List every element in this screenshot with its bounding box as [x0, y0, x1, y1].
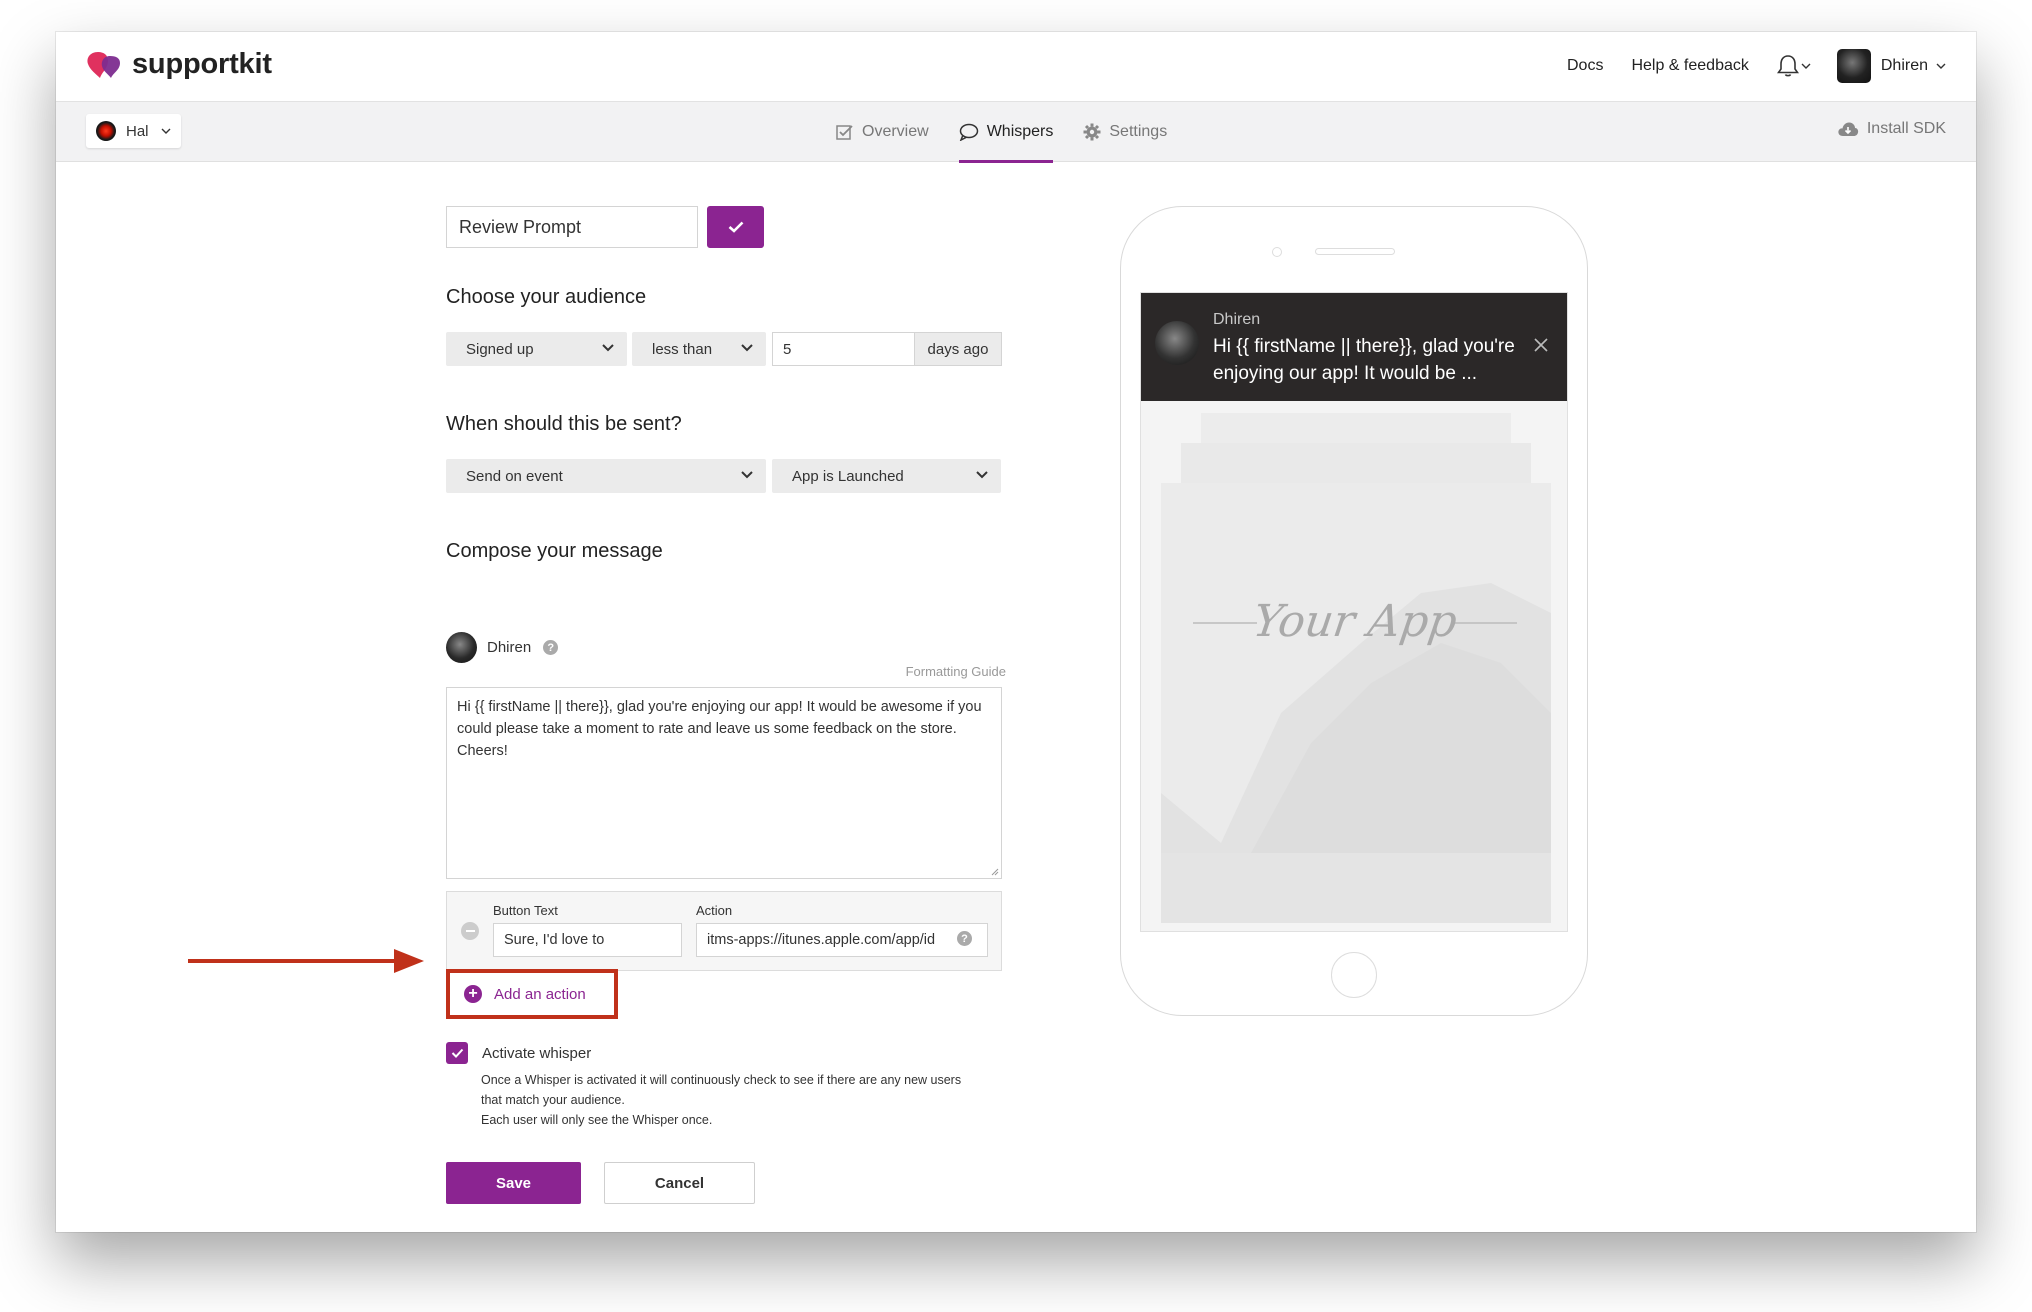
cloud-download-icon [1838, 122, 1858, 136]
avatar [446, 632, 477, 663]
audience-title: Choose your audience [446, 286, 647, 308]
activate-desc-line: Once a Whisper is activated it will cont… [481, 1073, 962, 1107]
days-ago-addon: days ago [915, 332, 1002, 366]
button-text-label: Button Text [493, 903, 558, 918]
sub-navigation: Hal Overview Whispers Settings Install S… [56, 102, 1976, 163]
tab-label: Whispers [986, 123, 1054, 140]
app-selector[interactable]: Hal [86, 114, 181, 148]
add-action-button[interactable]: + Add an action [446, 969, 618, 1019]
chevron-down-icon [741, 471, 753, 479]
docs-link[interactable]: Docs [1567, 57, 1603, 75]
formatting-guide-link[interactable]: Formatting Guide [906, 664, 1006, 679]
phone-camera [1272, 247, 1282, 257]
user-menu[interactable]: Dhiren [1836, 49, 1946, 83]
send-mode-select[interactable]: Send on event [446, 459, 766, 493]
chevron-down-icon [1936, 63, 1946, 69]
message-textarea[interactable]: Hi {{ firstName || there}}, glad you're … [446, 687, 1002, 879]
whisper-name-input[interactable]: Review Prompt [446, 206, 698, 248]
checkbox-icon [836, 125, 853, 140]
app-icon [96, 121, 116, 141]
action-url-value: itms-apps://itunes.apple.com/app/id [707, 932, 936, 948]
send-title: When should this be sent? [446, 413, 682, 435]
action-url-input[interactable]: itms-apps://itunes.apple.com/app/id [696, 923, 988, 957]
add-action-label: Add an action [494, 985, 586, 1003]
notifications-button[interactable] [1776, 54, 1811, 78]
select-value: Signed up [466, 340, 534, 358]
remove-action-icon[interactable] [461, 922, 479, 940]
audience-days-input[interactable]: 5 [772, 332, 915, 366]
tab-settings[interactable]: Settings [1083, 102, 1167, 162]
chevron-down-icon [161, 128, 171, 134]
user-name: Dhiren [1880, 57, 1928, 74]
bell-icon [1776, 55, 1799, 77]
chevron-down-icon [1801, 63, 1811, 69]
app-name: Hal [126, 122, 149, 140]
help-feedback-link[interactable]: Help & feedback [1631, 57, 1748, 75]
gear-icon [1083, 123, 1101, 141]
activate-description: Once a Whisper is activated it will cont… [481, 1070, 981, 1130]
brand-name: supportkit [132, 48, 272, 80]
avatar [1155, 321, 1199, 365]
tab-whispers[interactable]: Whispers [958, 102, 1054, 163]
speech-bubble-icon [959, 123, 978, 141]
select-value: Send on event [466, 467, 563, 485]
resize-handle-icon[interactable] [989, 866, 999, 876]
avatar [1836, 49, 1871, 83]
action-row: Button Text Sure, I'd love to Action itm… [446, 891, 1002, 971]
app-placeholder-label: Your App [1249, 596, 1461, 647]
activate-desc-line: Each user will only see the Whisper once… [481, 1113, 713, 1127]
message-author[interactable]: Dhiren ? [446, 632, 559, 663]
tab-label: Settings [1109, 123, 1168, 140]
chevron-down-icon [602, 344, 614, 352]
close-icon[interactable] [1533, 337, 1549, 353]
tab-overview[interactable]: Overview [836, 102, 929, 162]
notification-text: Hi {{ firstName || there}}, glad you're … [1213, 336, 1515, 384]
install-sdk-label: Install SDK [1866, 120, 1946, 137]
activate-label: Activate whisper [482, 1044, 592, 1062]
app-window: supportkit Docs Help & feedback Dhiren H… [56, 32, 1976, 1232]
confirm-name-button[interactable] [707, 206, 764, 248]
logo[interactable]: supportkit [86, 48, 272, 81]
chevron-down-icon [976, 471, 988, 479]
select-value: App is Launched [792, 467, 904, 485]
save-button[interactable]: Save [446, 1162, 581, 1204]
audience-operator-select[interactable]: less than [632, 332, 766, 366]
annotation-arrow [188, 949, 424, 973]
activate-checkbox[interactable] [446, 1042, 468, 1064]
author-name: Dhiren [487, 639, 532, 656]
checkmark-icon [451, 1048, 463, 1058]
whisper-notification[interactable]: Dhiren Hi {{ firstName || there}}, glad … [1141, 293, 1567, 401]
message-text: Hi {{ firstName || there}}, glad you're … [457, 699, 982, 759]
phone-home-button [1331, 952, 1377, 998]
tab-bar: Overview Whispers Settings [836, 102, 1197, 163]
help-icon[interactable]: ? [543, 640, 559, 655]
activate-whisper-toggle[interactable]: Activate whisper [446, 1042, 591, 1064]
cancel-button[interactable]: Cancel [604, 1162, 755, 1204]
install-sdk-link[interactable]: Install SDK [1837, 120, 1946, 138]
send-event-select[interactable]: App is Launched [772, 459, 1001, 493]
phone-screen: Your App Dhiren Hi {{ firstName || there… [1140, 292, 1568, 932]
help-icon[interactable]: ? [957, 931, 972, 946]
chevron-down-icon [741, 344, 753, 352]
logo-icon [87, 51, 120, 78]
notification-sender: Dhiren [1213, 311, 1261, 328]
tab-label: Overview [862, 123, 929, 140]
plus-circle-icon: + [464, 985, 482, 1003]
checkmark-icon [728, 221, 743, 233]
audience-field-select[interactable]: Signed up [446, 332, 627, 366]
top-header: supportkit Docs Help & feedback Dhiren [56, 32, 1976, 102]
action-label: Action [696, 903, 733, 918]
top-links: Docs Help & feedback Dhiren [1539, 49, 1946, 83]
button-text-input[interactable]: Sure, I'd love to [493, 923, 682, 957]
select-value: less than [652, 340, 713, 358]
compose-title: Compose your message [446, 540, 663, 562]
phone-speaker [1315, 248, 1395, 255]
app-placeholder-image [1161, 413, 1551, 923]
